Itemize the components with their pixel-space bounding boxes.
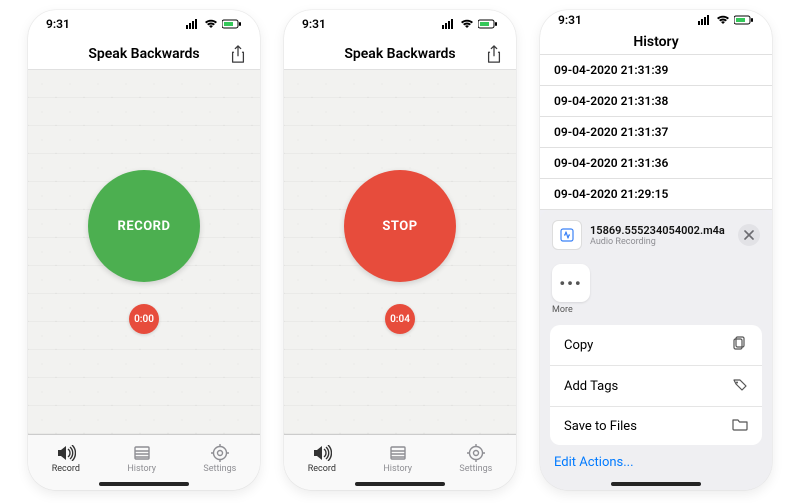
tab-label: Record [308, 464, 336, 474]
battery-icon [478, 19, 498, 29]
cellular-icon [698, 15, 712, 25]
status-icons [698, 15, 754, 25]
speaker-icon [55, 444, 77, 462]
action-copy[interactable]: Copy [550, 325, 762, 366]
close-icon [744, 230, 754, 240]
home-indicator[interactable] [355, 482, 445, 486]
status-icons [186, 19, 242, 29]
tab-record[interactable]: Record [52, 444, 80, 474]
tab-label: History [127, 464, 156, 474]
share-file-meta: 15869.555234054002.m4a Audio Recording [590, 224, 730, 247]
list-item-label: 09-04-2020 21:29:15 [554, 187, 668, 201]
phone-history-share: 9:31 History 09-04-2020 21:31:39 09-04-2… [540, 10, 772, 490]
speaker-icon [311, 444, 333, 462]
tab-label: History [383, 464, 412, 474]
nav-bar: Speak Backwards [28, 38, 260, 70]
phone-record-idle: 9:31 Speak Backwards RECORD 0:00 Record [28, 10, 260, 490]
share-button[interactable] [482, 42, 506, 66]
status-bar: 9:31 [284, 10, 516, 38]
action-label: Add Tags [564, 379, 618, 394]
list-item[interactable]: 09-04-2020 21:31:36 [540, 148, 772, 179]
list-item-label: 09-04-2020 21:31:37 [554, 125, 668, 139]
stop-button-label: STOP [382, 219, 417, 234]
close-button[interactable] [738, 224, 760, 246]
list-item[interactable]: 09-04-2020 21:29:15 [540, 179, 772, 210]
edit-actions-link[interactable]: Edit Actions... [554, 455, 758, 470]
cellular-icon [186, 19, 200, 29]
status-bar: 9:31 [540, 10, 772, 31]
folder-icon [732, 417, 748, 435]
edit-actions-label: Edit Actions... [554, 455, 634, 470]
list-item-label: 09-04-2020 21:31:39 [554, 63, 668, 77]
share-action-list: Copy Add Tags Save to Files [550, 325, 762, 445]
tab-label: Settings [459, 464, 492, 474]
record-button[interactable]: RECORD [88, 170, 200, 282]
share-sheet-header: 15869.555234054002.m4a Audio Recording [540, 210, 772, 260]
share-icon [486, 45, 502, 63]
home-indicator[interactable] [99, 482, 189, 486]
copy-icon [732, 335, 748, 355]
timer-badge: 0:04 [385, 304, 415, 334]
timer-text: 0:00 [134, 314, 154, 325]
share-button[interactable] [226, 42, 250, 66]
nav-bar: History [540, 31, 772, 55]
share-file-subtitle: Audio Recording [590, 237, 730, 247]
history-list[interactable]: 09-04-2020 21:31:39 09-04-2020 21:31:38 … [540, 55, 772, 490]
page-title: Speak Backwards [88, 46, 199, 62]
history-icon [131, 444, 153, 462]
battery-icon [734, 15, 754, 25]
status-icons [442, 19, 498, 29]
status-bar: 9:31 [28, 10, 260, 38]
phone-record-active: 9:31 Speak Backwards STOP 0:04 Record [284, 10, 516, 490]
tab-history[interactable]: History [383, 444, 412, 474]
share-file-name: 15869.555234054002.m4a [590, 224, 730, 237]
action-add-tags[interactable]: Add Tags [550, 366, 762, 407]
more-icon: ••• [552, 264, 590, 302]
timer-badge: 0:00 [129, 304, 159, 334]
record-area: STOP 0:04 [284, 70, 516, 434]
status-time: 9:31 [46, 17, 70, 31]
record-button-label: RECORD [118, 219, 171, 234]
tab-label: Settings [203, 464, 236, 474]
battery-icon [222, 19, 242, 29]
wifi-icon [716, 15, 730, 25]
more-label: More [552, 305, 573, 315]
audio-file-icon [552, 220, 582, 250]
list-item-label: 09-04-2020 21:31:36 [554, 156, 668, 170]
page-title: Speak Backwards [344, 46, 455, 62]
tab-settings[interactable]: Settings [203, 444, 236, 474]
tab-settings[interactable]: Settings [459, 444, 492, 474]
wifi-icon [460, 19, 474, 29]
nav-bar: Speak Backwards [284, 38, 516, 70]
page-title: History [633, 34, 678, 50]
list-item[interactable]: 09-04-2020 21:31:39 [540, 55, 772, 86]
list-item[interactable]: 09-04-2020 21:31:38 [540, 86, 772, 117]
status-time: 9:31 [558, 13, 582, 27]
action-save-to-files[interactable]: Save to Files [550, 407, 762, 445]
share-sheet: 15869.555234054002.m4a Audio Recording •… [540, 210, 772, 490]
tab-history[interactable]: History [127, 444, 156, 474]
history-icon [387, 444, 409, 462]
list-item[interactable]: 09-04-2020 21:31:37 [540, 117, 772, 148]
action-label: Copy [564, 338, 593, 353]
tag-icon [732, 376, 748, 396]
cellular-icon [442, 19, 456, 29]
app-activity-more[interactable]: ••• More [552, 264, 760, 315]
action-label: Save to Files [564, 419, 637, 434]
gear-icon [465, 444, 487, 462]
home-indicator[interactable] [611, 482, 701, 486]
timer-text: 0:04 [390, 314, 410, 325]
gear-icon [209, 444, 231, 462]
share-icon [230, 45, 246, 63]
record-area: RECORD 0:00 [28, 70, 260, 434]
status-time: 9:31 [302, 17, 326, 31]
stop-button[interactable]: STOP [344, 170, 456, 282]
wifi-icon [204, 19, 218, 29]
list-item-label: 09-04-2020 21:31:38 [554, 94, 668, 108]
tab-label: Record [52, 464, 80, 474]
tab-record[interactable]: Record [308, 444, 336, 474]
